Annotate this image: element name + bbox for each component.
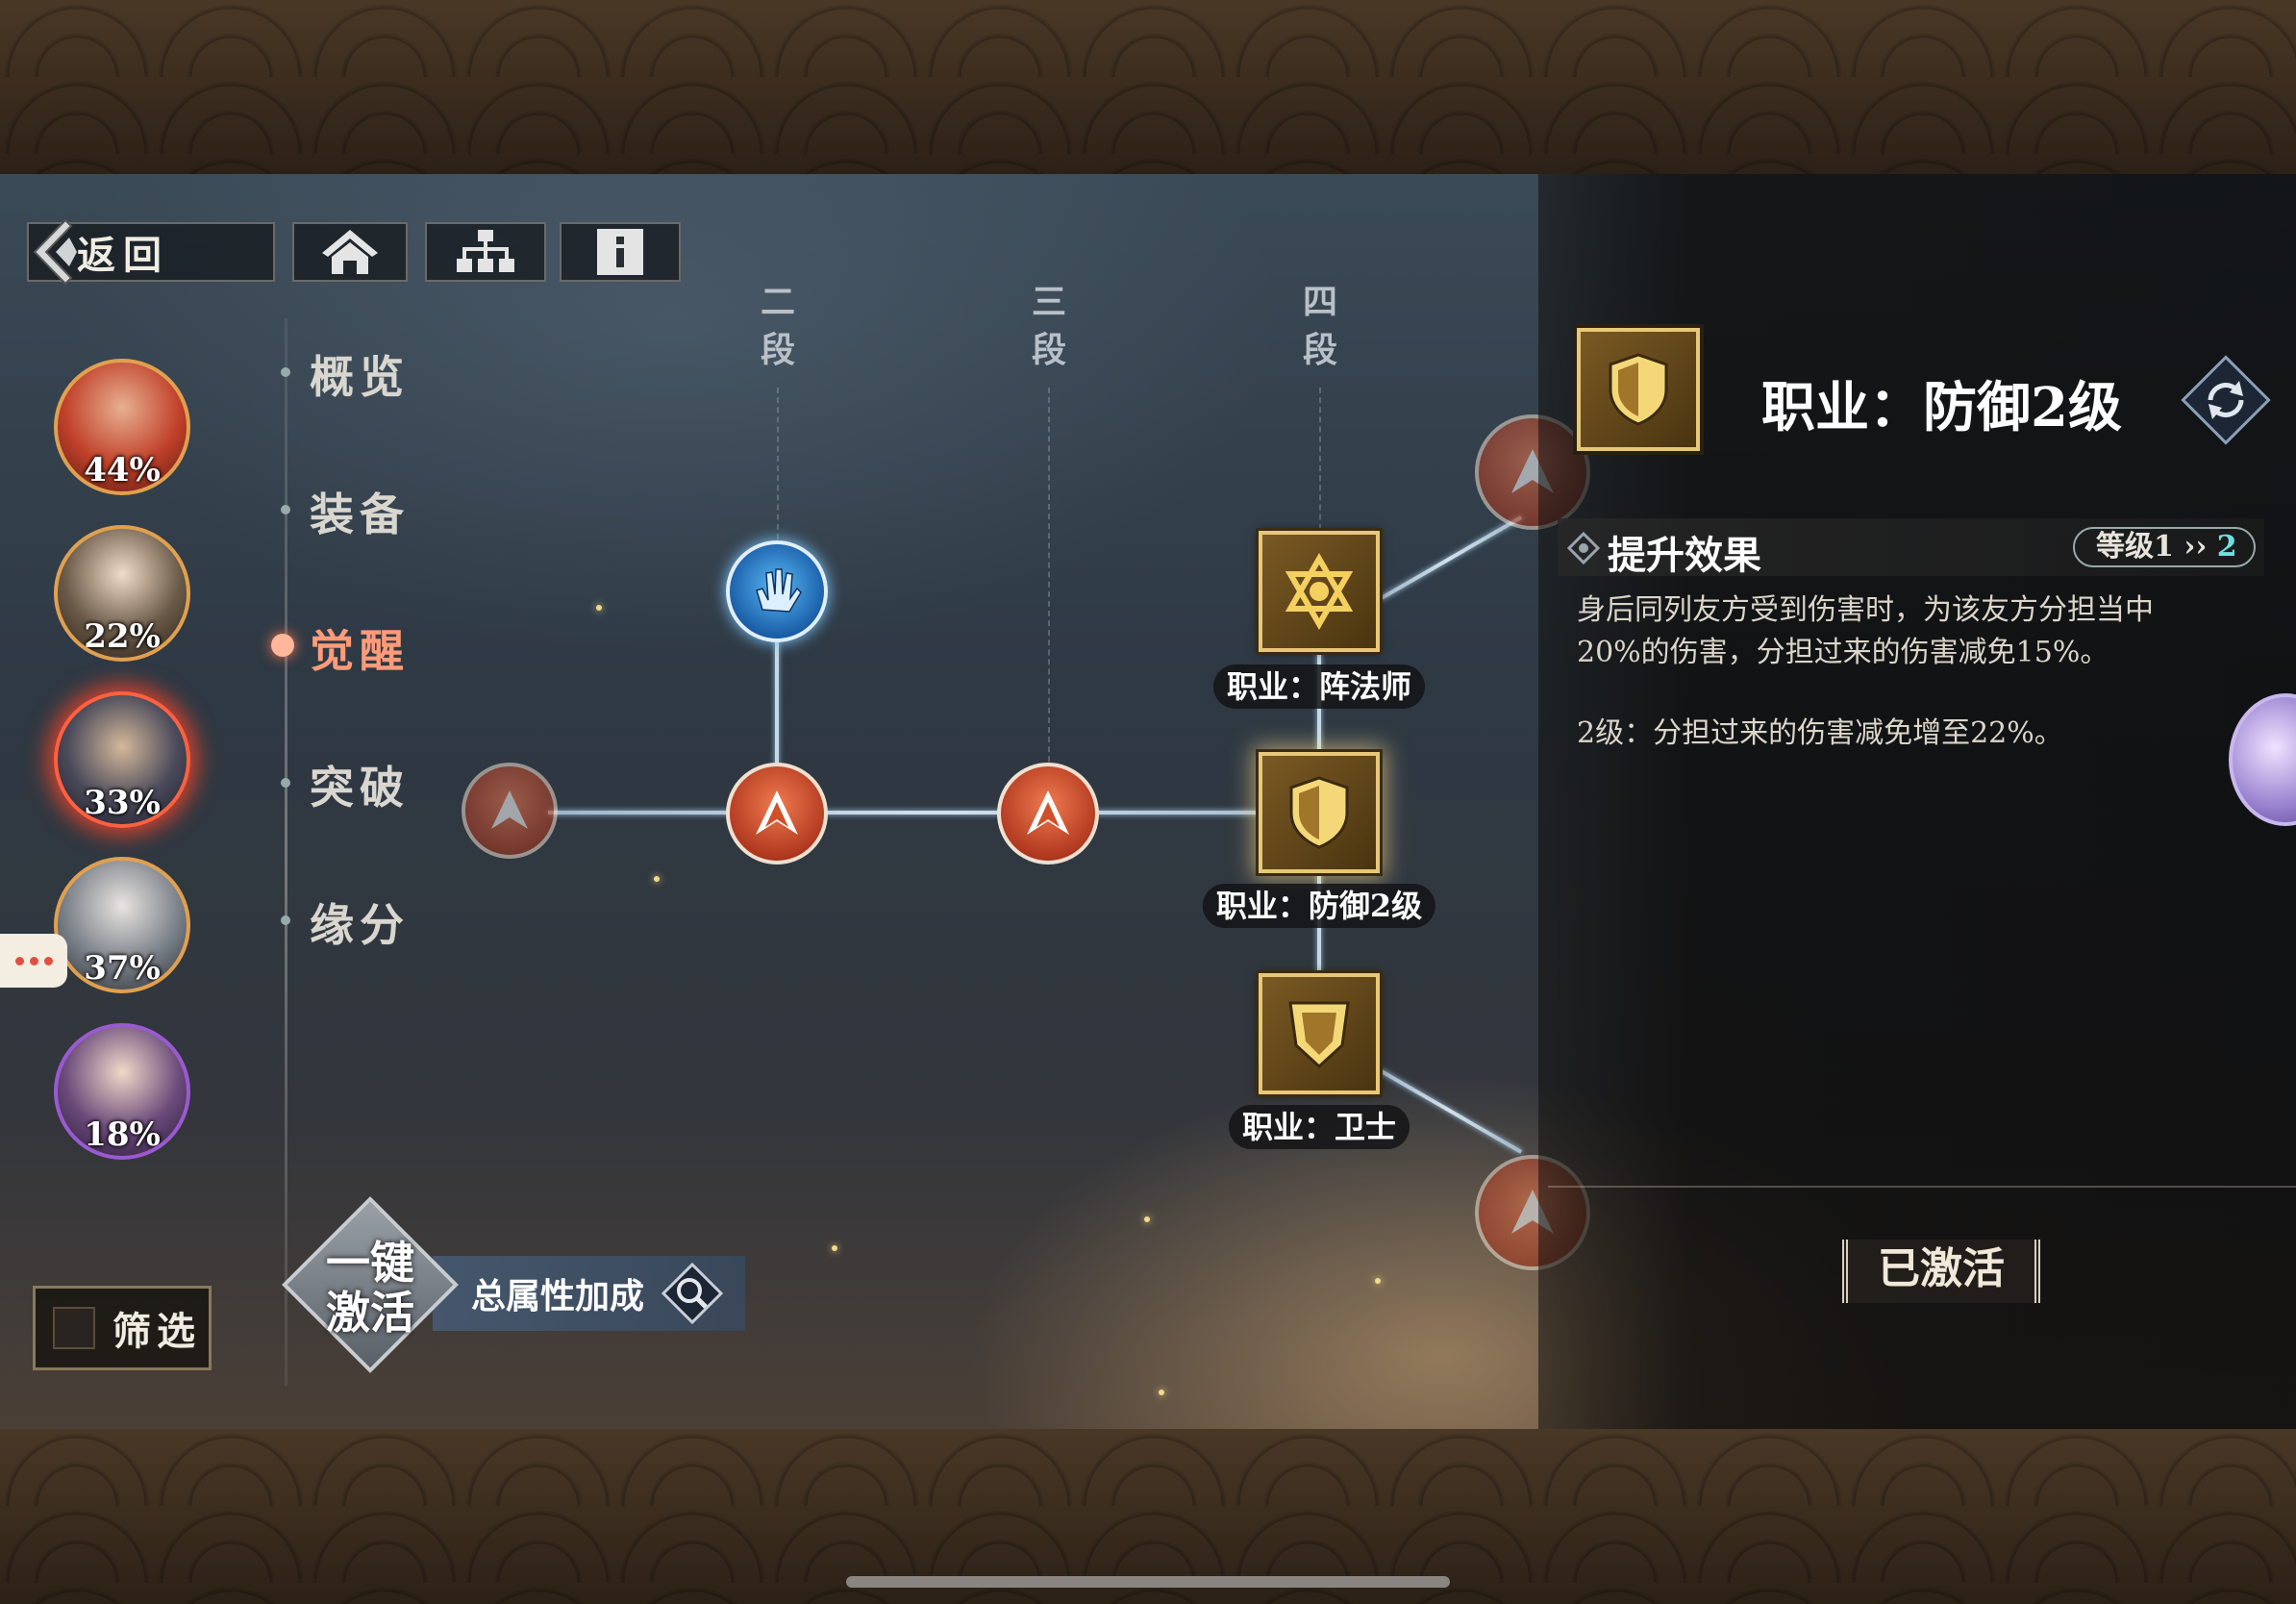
tab-label: 装备 [310,489,410,540]
refresh-icon [2208,381,2244,419]
tab-label: 觉醒 [310,625,410,677]
diamond-bullet-icon [1567,532,1600,564]
hero-avatar-4[interactable]: 37% [54,857,190,993]
tab-breakthrough[interactable]: 突破 [281,753,410,816]
hero-progress: 18% [84,1115,161,1154]
awaken-node-attribute[interactable] [997,763,1099,865]
hero-avatar-2[interactable]: 22% [54,525,190,662]
tab-dot-active [271,634,294,657]
panel-divider [1548,1186,2296,1188]
hero-progress: 33% [84,784,161,822]
tree-connection [548,811,1336,815]
tab-dot [281,915,290,925]
magnifier-icon [661,1263,724,1324]
awaken-node-attribute[interactable] [726,763,828,865]
class-node-guard-label: 职业：卫士 [1228,1105,1410,1149]
tab-dot [281,367,290,377]
class-node-defense-selected[interactable] [1259,752,1380,873]
top-border-band [0,0,2296,174]
info-button[interactable] [560,222,681,282]
tab-dot [281,505,290,514]
tree-connection [1379,515,1523,601]
arrow-up-icon [756,790,798,835]
stage-label-3: 三段 [1031,282,1066,370]
level-indicator: 等级1 ›› 2 [2073,527,2256,567]
shield-icon [1609,353,1668,426]
chat-dot [14,956,24,965]
armor-shield-icon [1288,1001,1350,1069]
one-click-activate-label: 一键激活 [326,1237,414,1339]
level-from: 等级1 [2096,530,2174,564]
hero-avatar-1[interactable]: 44% [54,359,190,495]
level-2-description: 2级：分担过来的伤害减免增至22%。 [1577,716,2063,750]
back-button[interactable]: 返回 [27,218,275,286]
stage-label-2: 二段 [760,282,795,370]
home-icon [322,230,378,274]
class-node-mage[interactable] [1259,531,1380,652]
class-node-mage-label: 职业：阵法师 [1212,664,1426,709]
tab-label: 概览 [310,351,410,403]
total-bonus-label: 总属性加成 [471,1276,645,1316]
stage-label-4: 四段 [1302,282,1337,370]
awaken-node-skill[interactable] [726,540,828,642]
class-node-defense-label: 职业：防御2级 [1202,884,1436,928]
activated-status-badge: 已激活 [1842,1240,2040,1303]
total-attribute-bonus-button[interactable]: 总属性加成 [433,1256,745,1331]
chat-dot [29,956,38,965]
shield-icon [1289,776,1349,849]
hierarchy-icon [457,230,514,272]
hero-progress: 22% [84,617,161,656]
detail-title: 职业：防御2级 [1761,376,2122,439]
hexagram-icon [1285,553,1354,630]
tab-fate[interactable]: 缘分 [281,890,410,954]
tab-awakening[interactable]: 觉醒 [252,611,502,680]
chevron-right-icon: ›› [2184,530,2217,564]
tab-dot [281,778,290,788]
filter-label: 筛选 [112,1309,201,1354]
tab-label: 缘分 [310,899,410,951]
hero-avatar-3-selected[interactable]: 33% [54,691,190,828]
hierarchy-button[interactable] [425,222,546,282]
tab-overview[interactable]: 概览 [281,342,410,406]
awaken-node-faded[interactable] [462,763,558,859]
back-label: 返回 [77,233,169,278]
filter-button[interactable]: 筛选 [33,1286,212,1370]
selected-node-icon [1577,328,1700,451]
home-indicator [846,1576,1450,1588]
game-screen: 返回 44% 22% 33% 37% 18% 筛选 概览 装备 觉醒 突破 缘分… [0,174,2296,1429]
hero-avatar-5[interactable]: 18% [54,1023,190,1160]
info-icon [597,229,643,275]
hero-progress: 37% [84,949,161,988]
home-button[interactable] [292,222,408,282]
tab-equipment[interactable]: 装备 [281,480,410,543]
back-arrow-icon [33,218,77,286]
hand-icon [756,568,802,613]
hero-progress: 44% [84,451,161,489]
tab-label: 突破 [310,762,410,814]
chat-dot [43,956,53,965]
level-to: 2 [2216,530,2237,564]
class-node-guard[interactable] [1259,973,1380,1094]
arrow-up-icon [1027,790,1069,835]
filter-checkbox[interactable] [53,1307,95,1349]
chat-bubble-button[interactable] [0,934,67,988]
effect-description: 身后同列友方受到伤害时，为该友方分担当中20%的伤害，分担过来的伤害减免15%。 [1577,593,2154,669]
arrow-up-icon [491,790,528,829]
effect-title: 提升效果 [1608,533,1761,578]
tab-divider-line [285,318,287,1386]
